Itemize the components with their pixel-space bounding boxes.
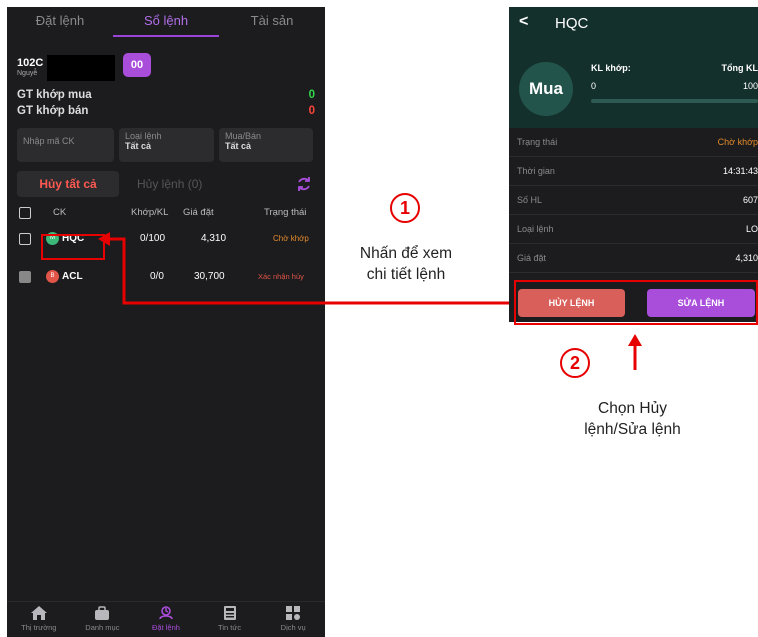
- matched-buy-value-row: GT khớp mua 0: [17, 89, 315, 101]
- step-1-note-line1: Nhấn để xem: [359, 245, 453, 262]
- side-badge: B: [46, 270, 59, 283]
- grid-icon: [286, 606, 301, 620]
- tutorial-stage: Đặt lệnh Sổ lệnh Tài sản 102C Nguyễ 00 G…: [0, 0, 758, 637]
- nav-services[interactable]: Dịch vụ: [261, 602, 325, 637]
- detail-row-order-type: Loại lệnh LO: [509, 215, 758, 244]
- order-type-label: Loại lệnh: [125, 131, 162, 141]
- step-2-note-line2: lệnh/Sửa lệnh: [584, 421, 681, 438]
- row-symbol[interactable]: ACL: [62, 271, 83, 282]
- sub-account-badge[interactable]: 00: [123, 53, 151, 77]
- detail-value: 4,310: [735, 253, 758, 263]
- detail-value: 14:31:43: [722, 166, 758, 176]
- cancel-all-button[interactable]: Hủy tất cả: [17, 171, 119, 197]
- detail-value: LO: [745, 224, 758, 234]
- detail-row-contract: Số HL 607: [509, 186, 758, 215]
- account-name: Nguyễ: [17, 70, 38, 77]
- step-2-note: Chọn Hủy lệnh/Sửa lệnh: [560, 398, 705, 440]
- row-price: 4,310: [201, 233, 227, 244]
- highlight-box-row: [41, 234, 105, 260]
- detail-value: Chờ khớp: [717, 137, 758, 147]
- redaction-mask: [47, 55, 115, 81]
- matched-buy-label: GT khớp mua: [17, 89, 92, 101]
- back-arrow-icon[interactable]: <: [519, 13, 528, 31]
- newspaper-icon: [223, 606, 236, 620]
- account-number: 102C: [17, 57, 44, 69]
- tab-order-book[interactable]: Sổ lệnh: [113, 7, 219, 37]
- refresh-icon[interactable]: [295, 175, 313, 193]
- filter-bar: Nhập mã CK Loại lệnh Tất cả Mua/Bán Tất …: [17, 128, 315, 162]
- matched-sell-value: 0: [308, 105, 315, 117]
- row-status: Chờ khớp: [273, 234, 309, 243]
- home-icon: [30, 606, 47, 620]
- order-book-screen: Đặt lệnh Sổ lệnh Tài sản 102C Nguyễ 00 G…: [7, 7, 325, 637]
- matched-sell-label: GT khớp bán: [17, 105, 89, 117]
- order-side-badge: Mua: [519, 62, 573, 116]
- order-symbol-title: HQC: [555, 15, 589, 32]
- matched-qty-value: 0: [591, 81, 597, 91]
- detail-key: Số HL: [517, 195, 543, 205]
- row-price: 30,700: [194, 271, 225, 282]
- nav-portfolio-label: Danh mục: [85, 623, 120, 632]
- matched-qty-label: KL khớp:: [591, 63, 631, 73]
- row-matched: 0/100: [140, 233, 166, 244]
- detail-row-time: Thời gian 14:31:43: [509, 157, 758, 186]
- table-header: CK Khớp/KL Giá đặt Trạng thái: [7, 203, 325, 223]
- row-checkbox[interactable]: [19, 233, 31, 245]
- col-symbol: CK: [53, 207, 67, 218]
- row-checkbox[interactable]: [19, 271, 31, 283]
- detail-key: Loại lệnh: [517, 224, 554, 234]
- detail-row-price: Giá đặt 4,310: [509, 244, 758, 273]
- matched-sell-value-row: GT khớp bán 0: [17, 105, 315, 117]
- nav-market-label: Thị trường: [21, 623, 57, 632]
- nav-market[interactable]: Thị trường: [7, 602, 71, 637]
- order-detail-header: < HQC Mua KL khớp: 0 Tổng KL 100: [509, 7, 758, 128]
- symbol-input[interactable]: Nhập mã CK: [17, 128, 114, 162]
- bottom-nav: Thị trường Danh mục Đặt lệnh Tin tức Dịc…: [7, 601, 325, 637]
- highlight-box-buttons: [514, 280, 758, 325]
- match-progress-bar: [591, 99, 758, 103]
- step-1-note-line2: chi tiết lệnh: [366, 266, 446, 283]
- total-qty-value: 100: [742, 81, 758, 91]
- col-price: Giá đặt: [183, 207, 214, 218]
- nav-news[interactable]: Tin tức: [198, 602, 262, 637]
- order-detail-screen: < HQC Mua KL khớp: 0 Tổng KL 100 Trạng t…: [509, 7, 758, 322]
- detail-value: 607: [742, 195, 758, 205]
- row-matched: 0/0: [150, 271, 164, 282]
- nav-place-order-label: Đặt lệnh: [152, 623, 180, 632]
- order-type-select[interactable]: Loại lệnh Tất cả: [119, 128, 214, 162]
- cancel-selected-button[interactable]: Hủy lệnh (0): [137, 171, 202, 197]
- row-status: Xác nhận hủy: [258, 272, 304, 281]
- nav-portfolio[interactable]: Danh mục: [71, 602, 135, 637]
- bulk-actions: Hủy tất cả Hủy lệnh (0): [17, 171, 315, 197]
- top-tabs: Đặt lệnh Sổ lệnh Tài sản: [7, 7, 325, 37]
- nav-news-label: Tin tức: [218, 623, 242, 632]
- matched-buy-value: 0: [308, 89, 315, 101]
- briefcase-icon: [95, 606, 110, 620]
- step-1-note: Nhấn để xem chi tiết lệnh: [341, 243, 471, 285]
- detail-key: Thời gian: [517, 166, 555, 176]
- col-status: Trạng thái: [264, 207, 307, 218]
- detail-row-status: Trạng thái Chờ khớp: [509, 128, 758, 157]
- tab-assets[interactable]: Tài sản: [219, 7, 325, 37]
- arrow-head-buttons: [628, 334, 642, 346]
- side-label: Mua/Bán: [225, 131, 262, 141]
- select-all-checkbox[interactable]: [19, 207, 31, 219]
- col-matched: Khớp/KL: [131, 207, 169, 218]
- step-1-marker: 1: [390, 193, 420, 223]
- detail-key: Giá đặt: [517, 253, 547, 263]
- table-row[interactable]: B ACL 0/0 30,700 Xác nhận hủy: [7, 261, 325, 293]
- side-select[interactable]: Mua/Bán Tất cả: [219, 128, 313, 162]
- tab-place-order[interactable]: Đặt lệnh: [7, 7, 113, 37]
- side-value: Tất cả: [225, 141, 252, 151]
- order-type-value: Tất cả: [125, 141, 152, 151]
- detail-key: Trạng thái: [517, 137, 558, 147]
- nav-place-order[interactable]: Đặt lệnh: [134, 602, 198, 637]
- step-2-marker: 2: [560, 348, 590, 378]
- order-icon: [159, 606, 173, 620]
- step-2-note-line1: Chọn Hủy: [598, 400, 667, 417]
- nav-services-label: Dịch vụ: [280, 623, 306, 632]
- total-qty-label: Tổng KL: [721, 63, 758, 73]
- account-info: 102C Nguyễ 00: [7, 51, 325, 85]
